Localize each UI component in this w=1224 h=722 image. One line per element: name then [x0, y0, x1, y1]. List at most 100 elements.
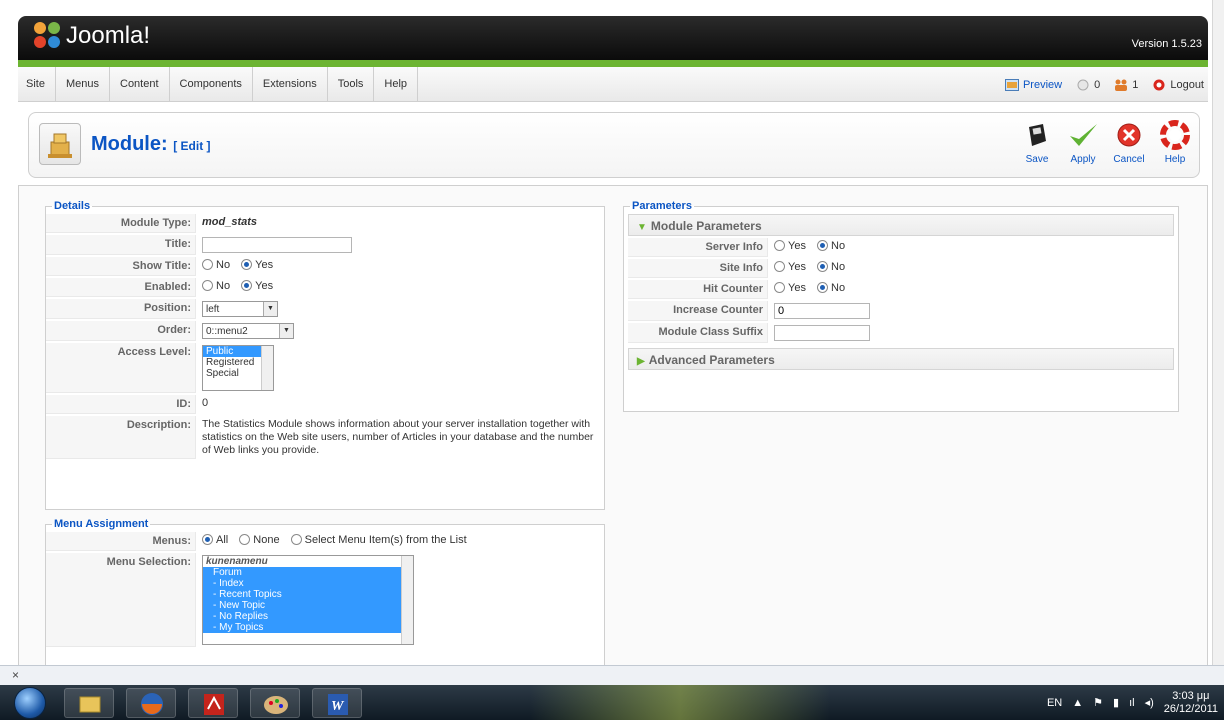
hit-counter-no-radio[interactable]	[817, 282, 829, 293]
menu-list-item[interactable]: Forum	[203, 567, 413, 578]
flag-icon[interactable]: ⚑	[1093, 696, 1103, 709]
language-indicator[interactable]: EN	[1047, 697, 1062, 709]
module-parameters-form: Server Info Yes No Site Info Yes No Hit …	[628, 236, 1174, 345]
menus-label: Menus:	[46, 532, 196, 551]
menu-list-item[interactable]: - No Replies	[203, 611, 413, 622]
word-taskbar-icon[interactable]: W	[312, 688, 362, 718]
logout-label: Logout	[1170, 78, 1204, 91]
start-button-icon[interactable]	[14, 687, 46, 719]
show-title-options: No Yes	[196, 257, 604, 276]
save-label: Save	[1025, 154, 1049, 165]
title-input[interactable]	[202, 237, 352, 253]
menu-list-item[interactable]: - Recent Topics	[203, 589, 413, 600]
window-right-edge	[1212, 0, 1224, 665]
menu-components[interactable]: Components	[170, 67, 253, 101]
position-select[interactable]: left ▼	[202, 301, 278, 317]
module-class-suffix-input[interactable]	[774, 325, 870, 341]
server-info-options: Yes No	[768, 238, 1174, 257]
menu-list-item[interactable]: - Index	[203, 578, 413, 589]
menu-content[interactable]: Content	[110, 67, 170, 101]
cancel-button[interactable]: Cancel	[1109, 119, 1149, 165]
volume-icon[interactable]: ◂)	[1145, 696, 1154, 709]
position-value: left	[206, 304, 220, 315]
menu-group-header: kunenamenu	[206, 556, 268, 567]
dropdown-arrow-icon: ▼	[263, 302, 277, 316]
page-title-text: Module:	[91, 133, 168, 155]
help-button[interactable]: Help	[1155, 119, 1195, 165]
acrobat-taskbar-icon[interactable]	[188, 688, 238, 718]
menu-site[interactable]: Site	[18, 67, 56, 101]
show-title-yes-radio[interactable]	[241, 259, 253, 270]
server-info-no-radio[interactable]	[817, 240, 829, 251]
svg-text:W: W	[331, 699, 345, 714]
browser-addon-bar: ×	[0, 665, 1224, 685]
menu-menus[interactable]: Menus	[56, 67, 110, 101]
enabled-no-label: No	[216, 280, 231, 292]
toolbar-box: Module: [ Edit ] Save Apply Cancel Help	[28, 112, 1200, 178]
admin-menubar: Site Menus Content Components Extensions…	[18, 67, 1208, 102]
menu-selection-list[interactable]: kunenamenu Forum - Index - Recent Topics…	[202, 555, 414, 645]
power-icon[interactable]: ▮	[1113, 696, 1119, 709]
server-info-yes-radio[interactable]	[774, 240, 785, 251]
menu-tools[interactable]: Tools	[328, 67, 375, 101]
show-hidden-icons-icon[interactable]: ▲	[1072, 697, 1083, 709]
menu-assignment-form: Menus: All None Select Menu Item(s) from…	[46, 530, 604, 649]
show-title-no-radio[interactable]	[202, 259, 213, 270]
menus-none-radio[interactable]	[239, 534, 251, 545]
paint-taskbar-icon[interactable]	[250, 688, 300, 718]
description-value: The Statistics Module shows information …	[202, 418, 594, 456]
hit-counter-yes-radio[interactable]	[774, 282, 785, 293]
collapsed-triangle-icon: ▶	[637, 356, 645, 367]
close-icon[interactable]: ×	[12, 668, 19, 682]
cancel-icon	[1113, 119, 1145, 151]
network-icon[interactable]: ıl	[1129, 697, 1135, 709]
module-icon	[39, 123, 81, 165]
preview-link[interactable]: Preview	[1004, 78, 1063, 91]
explorer-taskbar-icon[interactable]	[64, 688, 114, 718]
server-info-yes-label: Yes	[788, 240, 806, 252]
increase-counter-input[interactable]	[774, 303, 870, 319]
clock[interactable]: 3:03 μμ 26/12/2011	[1164, 690, 1218, 716]
preview-label: Preview	[1022, 78, 1063, 91]
order-select[interactable]: 0::menu2 ▼	[202, 323, 294, 339]
menu-list-item[interactable]: - My Topics	[203, 622, 413, 633]
apply-button[interactable]: Apply	[1063, 119, 1103, 165]
messages-count[interactable]: 0	[1076, 79, 1100, 91]
id-value: 0	[202, 397, 209, 409]
enabled-yes-radio[interactable]	[241, 280, 253, 291]
title-label: Title:	[46, 235, 196, 255]
users-count[interactable]: 1	[1114, 79, 1138, 91]
access-level-list[interactable]: Public Registered Special	[202, 345, 274, 391]
lifebuoy-icon	[1159, 119, 1191, 151]
joomla-logo-icon	[34, 22, 62, 50]
menus-all-radio[interactable]	[202, 534, 213, 545]
menus-select-radio[interactable]	[290, 534, 302, 545]
enabled-label: Enabled:	[46, 278, 196, 297]
logo-text: Joomla!	[66, 22, 151, 49]
preview-icon	[1004, 78, 1019, 91]
site-info-no-radio[interactable]	[817, 261, 829, 272]
firefox-taskbar-icon[interactable]	[126, 688, 176, 718]
site-info-options: Yes No	[768, 259, 1174, 278]
advanced-parameters-toggle[interactable]: ▶ Advanced Parameters	[628, 348, 1174, 370]
menu-extensions[interactable]: Extensions	[253, 67, 328, 101]
menu-help[interactable]: Help	[374, 67, 419, 101]
parameters-legend: Parameters	[632, 200, 692, 212]
joomla-logo: Joomla!	[34, 22, 150, 50]
menu-assignment-panel: Menu Assignment Menus: All None Select M…	[45, 518, 605, 678]
enabled-no-radio[interactable]	[202, 280, 213, 291]
show-title-yes-label: Yes	[255, 259, 274, 271]
description-label: Description:	[46, 416, 196, 459]
save-button[interactable]: Save	[1017, 119, 1057, 165]
menu-selection-label: Menu Selection:	[46, 553, 196, 647]
hit-counter-no-label: No	[831, 282, 846, 294]
clock-time: 3:03 μμ	[1172, 689, 1210, 702]
menu-list-item[interactable]: - New Topic	[203, 600, 413, 611]
site-info-yes-radio[interactable]	[774, 261, 785, 272]
scrollbar[interactable]	[261, 346, 273, 390]
menus-all-label: All	[216, 534, 229, 546]
module-parameters-toggle[interactable]: ▼ Module Parameters	[628, 214, 1174, 236]
logout-link[interactable]: Logout	[1152, 79, 1204, 91]
status-area: Preview 0 1 Logout	[1004, 67, 1204, 102]
scrollbar[interactable]	[401, 556, 413, 644]
